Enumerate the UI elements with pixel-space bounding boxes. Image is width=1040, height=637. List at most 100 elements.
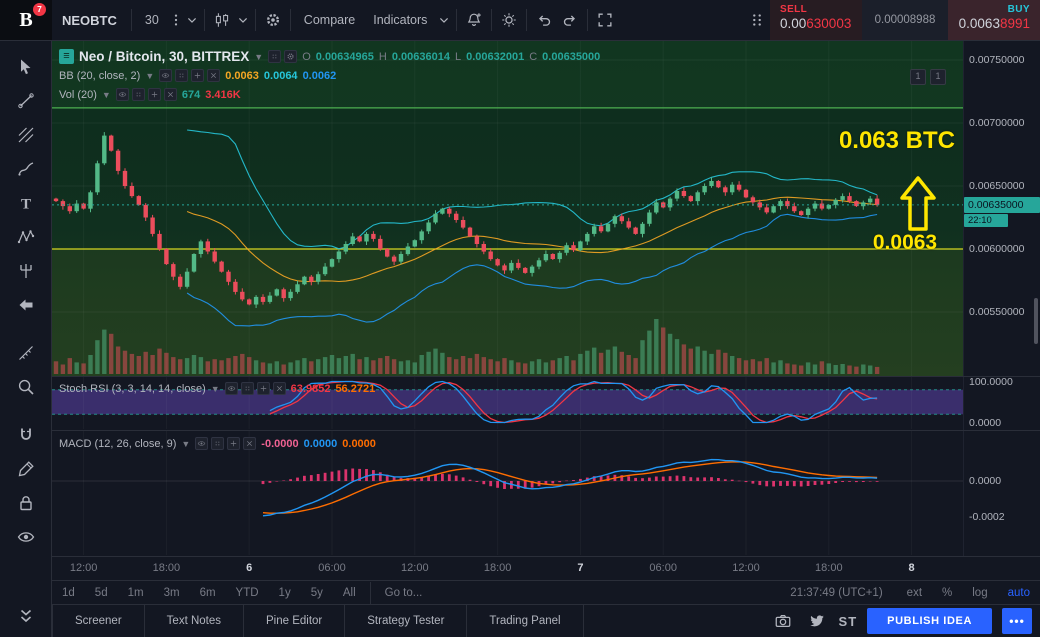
price-axis-label: 0.00750000 [969,54,1025,66]
footer-tab-strategy-tester[interactable]: Strategy Tester [345,605,468,637]
vol-ma-value: 3.416K [205,88,241,101]
footer-tab-pine-editor[interactable]: Pine Editor [244,605,346,637]
pane-separator[interactable] [0,430,1040,431]
tradingview-logo[interactable]: B 7 [0,0,52,40]
range-button-1y[interactable]: 1y [269,587,301,599]
theme-brightness-icon[interactable] [496,7,522,33]
publish-idea-button[interactable]: PUBLISH IDEA [867,608,992,634]
stoch-caret-icon[interactable]: ▼ [211,384,220,394]
alert-badge[interactable]: 1 [910,69,926,85]
eye-icon[interactable] [159,69,173,82]
brush-icon[interactable] [9,152,43,186]
close-icon[interactable] [163,88,177,101]
plus-icon[interactable] [227,437,241,450]
snapshot-camera-icon[interactable] [771,609,795,633]
range-button-ytd[interactable]: YTD [226,587,269,599]
scale-mode-log[interactable]: log [962,587,997,599]
pane-separator[interactable] [0,376,1040,377]
footer-tab-screener[interactable]: Screener [52,605,145,637]
toolbar-separator [130,9,132,31]
text-icon[interactable]: T [9,186,43,220]
goto-date-button[interactable]: Go to... [375,587,433,599]
range-button-1d[interactable]: 1d [52,587,85,599]
drag-handle-icon[interactable] [744,7,770,33]
range-button-6m[interactable]: 6m [190,587,226,599]
fullscreen-icon[interactable] [592,7,618,33]
buy-button[interactable]: BUY 0.00638991 [948,0,1040,40]
symbol-title[interactable]: Neo / Bitcoin, 30, BITTREX [79,49,249,64]
dots-icon[interactable] [211,437,225,450]
plus-icon[interactable] [147,88,161,101]
annotation-price-target-text[interactable]: 0.063 BTC [770,127,955,155]
undo-icon[interactable] [531,7,557,33]
vol-caret-icon[interactable]: ▼ [102,90,111,100]
zoom-icon[interactable] [9,370,43,404]
footer-tab-text-notes[interactable]: Text Notes [145,605,244,637]
gear-icon[interactable] [284,50,298,63]
dots-icon[interactable] [131,88,145,101]
eye-icon[interactable] [224,382,238,395]
plus-icon[interactable] [256,382,270,395]
eye-icon[interactable] [9,520,43,554]
alert-badge[interactable]: 1 [930,69,946,85]
annotation-price-level-text[interactable]: 0.0063 [845,231,965,255]
trendline-icon[interactable] [9,84,43,118]
dots-icon[interactable] [240,382,254,395]
chart-style-icon[interactable] [209,7,235,33]
magnet-icon[interactable] [9,418,43,452]
redo-icon[interactable] [557,7,583,33]
interval-caret-icon[interactable] [184,7,200,33]
arrow-left-icon[interactable] [9,288,43,322]
indicators-button[interactable]: Indicators [364,13,436,27]
drawing-icon[interactable] [9,452,43,486]
symbol-input[interactable]: NEOBTC [52,13,127,28]
price-axis-scrollbar[interactable] [1034,298,1038,344]
prediction-icon[interactable] [9,254,43,288]
stoch-rsi-label[interactable]: Stoch RSI (3, 3, 14, 14, close) [59,383,206,395]
bb-caret-icon[interactable]: ▼ [145,71,154,81]
scale-mode-%[interactable]: % [932,587,962,599]
vol-indicator-label[interactable]: Vol (20) [59,89,97,101]
chart-style-caret-icon[interactable] [235,7,251,33]
measure-icon[interactable] [9,336,43,370]
time-axis[interactable]: 12:00 18:00 6 06:00 12:00 18:00 7 06:00 12:00 18:… [52,557,963,580]
eye-icon[interactable] [115,88,129,101]
range-button-all[interactable]: All [333,587,366,599]
range-button-1m[interactable]: 1m [118,587,154,599]
range-button-3m[interactable]: 3m [154,587,190,599]
lock-icon[interactable] [9,486,43,520]
xabcd-icon[interactable] [9,220,43,254]
close-icon[interactable] [272,382,286,395]
stocktwits-label[interactable]: ST [839,614,858,629]
sell-button[interactable]: SELL 0.00630003 [770,0,862,40]
cursor-icon[interactable] [9,50,43,84]
close-icon[interactable] [243,437,257,450]
dots-icon[interactable] [175,69,189,82]
more-options-button[interactable]: ••• [1002,608,1032,634]
chart-menu-icon[interactable]: ≡ [59,49,74,64]
close-icon[interactable] [207,69,221,82]
twitter-icon[interactable] [805,609,829,633]
range-button-5d[interactable]: 5d [85,587,118,599]
interval-button[interactable]: 30 [136,13,168,27]
footer-tab-trading-panel[interactable]: Trading Panel [467,605,584,637]
annotation-up-arrow[interactable] [899,175,937,233]
alert-add-icon[interactable] [461,7,487,33]
compare-button[interactable]: Compare [295,13,364,27]
plus-icon[interactable] [191,69,205,82]
macd-caret-icon[interactable]: ▼ [181,439,190,449]
symbol-title-caret-icon[interactable]: ▼ [254,52,263,62]
eye-icon[interactable] [195,437,209,450]
bb-indicator-label[interactable]: BB (20, close, 2) [59,70,140,82]
range-button-5y[interactable]: 5y [301,587,333,599]
dots-icon[interactable] [268,50,282,63]
indicators-caret-icon[interactable] [436,7,452,33]
macd-label[interactable]: MACD (12, 26, close, 9) [59,438,176,450]
collapse-icon[interactable] [9,599,43,633]
scale-mode-ext[interactable]: ext [897,587,932,599]
kebab-menu-icon[interactable] [168,7,184,33]
scale-mode-auto[interactable]: auto [998,587,1040,599]
clock-utc-label[interactable]: 21:37:49 (UTC+1) [790,587,896,599]
chart-settings-icon[interactable] [260,7,286,33]
gann-icon[interactable] [9,118,43,152]
